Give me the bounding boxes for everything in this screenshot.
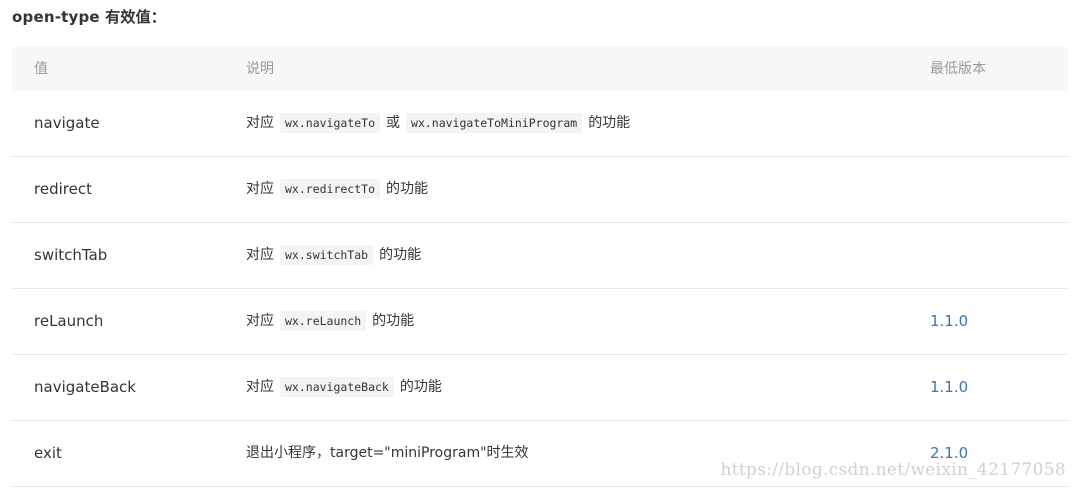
row-description: 退出小程序，target="miniProgram"时生效 — [246, 445, 529, 461]
table-row: navigate 对应 wx.navigateTo 或 wx.navigateToMi… — [12, 91, 1068, 157]
desc-suffix: 的功能 — [399, 379, 442, 395]
row-description: 对应 wx.navigateBack 的功能 — [246, 355, 442, 420]
table-row: navigateBack 对应 wx.navigateBack 的功能 1.1.0 — [12, 355, 1068, 421]
watermark: https://blog.csdn.net/weixin_42177058 — [720, 460, 1066, 480]
row-version: 1.1.0 — [930, 378, 969, 396]
inline-code: wx.navigateTo — [280, 113, 381, 133]
desc-prefix: 对应 — [246, 313, 274, 329]
table-row: redirect 对应 wx.redirectTo 的功能 — [12, 157, 1068, 223]
row-value: reLaunch — [34, 312, 104, 330]
desc-suffix: 的功能 — [386, 181, 429, 197]
header-min-version: 最低版本 — [930, 61, 986, 77]
row-description: 对应 wx.navigateTo 或 wx.navigateToMiniProgram… — [246, 91, 630, 156]
desc-prefix: 对应 — [246, 181, 274, 197]
section-heading: open-type 有效值： — [12, 8, 167, 26]
desc-prefix: 对应 — [246, 115, 274, 131]
row-value: redirect — [34, 180, 92, 198]
header-value: 值 — [34, 61, 48, 77]
desc-suffix: 的功能 — [588, 115, 631, 131]
inline-code: wx.navigateBack — [280, 377, 394, 397]
inline-code: wx.reLaunch — [280, 311, 367, 331]
desc-suffix: 的功能 — [372, 313, 415, 329]
row-value: exit — [34, 444, 62, 462]
row-value: switchTab — [34, 246, 108, 264]
row-version: 1.1.0 — [930, 312, 969, 330]
row-description: 对应 wx.redirectTo 的功能 — [246, 157, 428, 222]
open-type-table: 值 说明 最低版本 navigate 对应 wx.navigateTo 或 wx.na… — [12, 47, 1068, 487]
inline-code: wx.switchTab — [280, 245, 374, 265]
row-value: navigate — [34, 114, 100, 132]
row-description: 对应 wx.switchTab 的功能 — [246, 223, 421, 288]
table-header: 值 说明 最低版本 — [12, 47, 1068, 91]
desc-connector: 或 — [386, 115, 401, 131]
table-row: switchTab 对应 wx.switchTab 的功能 — [12, 223, 1068, 289]
desc-prefix: 对应 — [246, 379, 274, 395]
row-value: navigateBack — [34, 378, 136, 396]
row-description: 对应 wx.reLaunch 的功能 — [246, 289, 414, 354]
desc-suffix: 的功能 — [379, 247, 422, 263]
inline-code: wx.navigateToMiniProgram — [406, 113, 583, 133]
inline-code: wx.redirectTo — [280, 179, 381, 199]
table-row: reLaunch 对应 wx.reLaunch 的功能 1.1.0 — [12, 289, 1068, 355]
desc-prefix: 对应 — [246, 247, 274, 263]
header-description: 说明 — [246, 61, 274, 77]
